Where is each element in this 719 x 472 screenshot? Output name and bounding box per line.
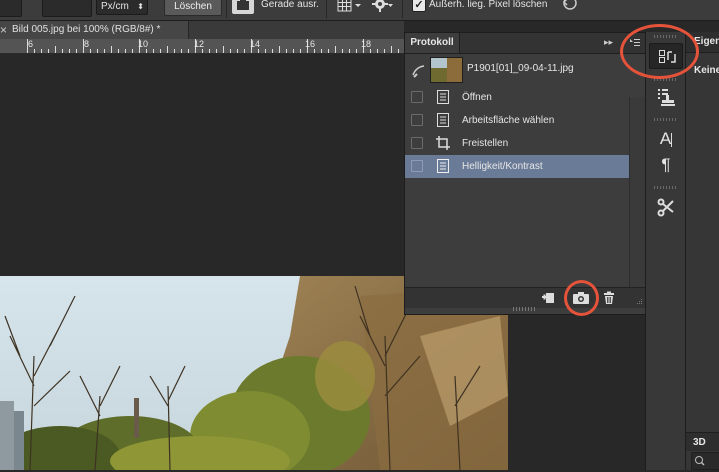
grid-overlay-icon[interactable] <box>337 0 363 14</box>
document-icon <box>435 112 451 128</box>
history-item-label: Öffnen <box>462 92 492 103</box>
history-source-checkbox[interactable] <box>411 114 423 126</box>
history-source-checkbox[interactable] <box>411 137 423 149</box>
close-icon[interactable]: × <box>0 23 7 37</box>
ruler-label: 10 <box>138 39 149 49</box>
history-source-checkbox[interactable] <box>411 160 423 172</box>
panel-bottom-grip[interactable] <box>513 307 537 311</box>
paragraph-panel-button[interactable]: ¶ <box>649 152 683 178</box>
dock-grip[interactable] <box>654 186 678 189</box>
character-icon: A <box>659 129 672 148</box>
crop-icon <box>435 135 451 151</box>
character-panel-button[interactable]: A <box>649 126 683 152</box>
paragraph-icon: ¶ <box>661 155 671 174</box>
history-panel-header: Protokoll ▸▸ <box>405 33 646 54</box>
unit-select-value: Px/cm <box>101 1 129 12</box>
separator <box>402 0 403 18</box>
annotation-circle-history-button <box>620 24 699 79</box>
unit-select[interactable]: Px/cm ⬍ <box>96 0 148 15</box>
delete-cropped-label: Außerh. lieg. Pixel löschen <box>429 0 548 10</box>
resize-grip-icon[interactable] <box>634 298 643 307</box>
tool-presets-button[interactable] <box>649 194 683 220</box>
document-title: Bild 005.jpg bei 100% (RGB/8#) * <box>12 24 161 35</box>
delete-cropped-checkbox[interactable]: ✓ <box>412 0 426 12</box>
document-tab-bar: × Bild 005.jpg bei 100% (RGB/8#) * <box>0 21 404 39</box>
document-icon <box>435 158 451 174</box>
horizontal-ruler: 6 8 10 12 14 16 18 <box>0 39 404 54</box>
3d-tab-bar: 3D <box>686 432 719 451</box>
straighten-icon[interactable] <box>232 0 254 14</box>
ruler-label: 12 <box>194 39 205 49</box>
gear-icon[interactable] <box>371 0 395 14</box>
history-panel: Protokoll ▸▸ P1901[01]_09-04-11.jpg Öffn… <box>404 32 647 315</box>
properties-value: Keine <box>694 65 719 76</box>
properties-panel: Eigen Keine 3D <box>685 32 719 470</box>
ruler-label: 6 <box>28 39 34 49</box>
history-item-helligkeit[interactable]: Helligkeit/Kontrast <box>405 155 629 178</box>
clear-button[interactable]: Löschen <box>164 0 222 16</box>
history-source-checkbox[interactable] <box>411 91 423 103</box>
straighten-label: Gerade ausr. <box>261 0 319 10</box>
3d-search-field[interactable] <box>691 452 719 470</box>
panel-dock: A ¶ <box>645 32 686 470</box>
search-icon <box>695 456 705 466</box>
document-icon <box>435 89 451 105</box>
history-item-oeffnen[interactable]: Öffnen <box>405 86 629 109</box>
annotation-circle-snapshot-button <box>564 280 599 316</box>
ruler-label: 8 <box>84 39 90 49</box>
ratio-field-1[interactable] <box>0 0 22 17</box>
history-item-label: Arbeitsfläche wählen <box>462 115 555 126</box>
history-item-arbeitsflaeche[interactable]: Arbeitsfläche wählen <box>405 109 629 132</box>
history-brush-icon[interactable] <box>411 63 427 79</box>
dock-grip[interactable] <box>654 118 678 121</box>
document-tab[interactable]: × Bild 005.jpg bei 100% (RGB/8#) * <box>0 21 189 39</box>
history-snapshot[interactable]: P1901[01]_09-04-11.jpg <box>405 54 629 90</box>
ratio-field-2[interactable] <box>42 0 92 17</box>
history-panel-tab[interactable]: Protokoll <box>405 33 460 53</box>
trash-icon[interactable] <box>602 291 616 305</box>
ruler-label: 16 <box>305 39 316 49</box>
clone-source-button[interactable] <box>649 84 683 110</box>
collapse-icon[interactable]: ▸▸ <box>604 37 613 48</box>
new-document-from-state-icon[interactable] <box>541 291 557 305</box>
updown-icon: ⬍ <box>137 2 144 11</box>
separator <box>226 0 227 18</box>
ruler-label: 14 <box>250 39 261 49</box>
snapshot-thumbnail <box>430 57 463 83</box>
options-bar: Px/cm ⬍ Löschen Gerade ausr. ✓ Außerh. l… <box>0 0 719 21</box>
cancel-crop-icon[interactable] <box>560 0 580 13</box>
history-item-freistellen[interactable]: Freistellen <box>405 132 629 155</box>
history-panel-footer <box>405 287 646 308</box>
history-item-label: Helligkeit/Kontrast <box>462 161 543 172</box>
ruler-label: 18 <box>361 39 372 49</box>
3d-tab[interactable]: 3D <box>693 437 706 448</box>
history-item-label: Freistellen <box>462 138 509 149</box>
snapshot-name: P1901[01]_09-04-11.jpg <box>467 63 574 74</box>
separator <box>326 0 327 18</box>
